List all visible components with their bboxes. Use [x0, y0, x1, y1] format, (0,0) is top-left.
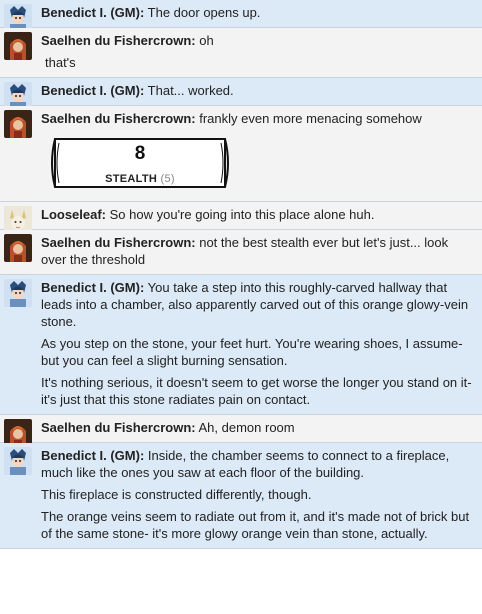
chat-message: Saelhen du Fishercrown: not the best ste… — [0, 230, 482, 275]
message-body: That... worked. — [147, 83, 234, 98]
speaker-name: Looseleaf: — [41, 207, 107, 222]
roll-skill: STEALTH — [105, 173, 158, 185]
chat-message: Benedict I. (GM): You take a step into t… — [0, 275, 482, 415]
speaker-name: Saelhen du Fishercrown: — [41, 111, 196, 126]
speaker-name: Saelhen du Fishercrown: — [41, 235, 196, 250]
chat-message: Benedict I. (GM): The door opens up. — [0, 0, 482, 32]
speaker-name: Benedict I. (GM): — [41, 448, 145, 463]
message-body: oh — [199, 33, 214, 48]
gm-avatar-icon[interactable] — [4, 447, 32, 475]
message-text: Saelhen du Fishercrown: not the best ste… — [41, 234, 476, 268]
speaker-name: Benedict I. (GM): — [41, 280, 145, 295]
chat-message: Benedict I. (GM): That... worked. — [0, 78, 482, 110]
saelhen-avatar-icon[interactable] — [4, 32, 32, 60]
chat-message: Benedict I. (GM): Inside, the chamber se… — [0, 443, 482, 549]
chat-message: Looseleaf: So how you're going into this… — [0, 202, 482, 234]
message-text: Saelhen du Fishercrown: Ah, demon room — [41, 419, 476, 436]
roll-value: 8 — [134, 143, 146, 164]
gm-avatar-icon[interactable] — [4, 279, 32, 307]
message-text: Benedict I. (GM): Inside, the chamber se… — [41, 447, 476, 481]
message-continuation: that's — [45, 55, 76, 70]
saelhen-avatar-icon[interactable] — [4, 234, 32, 262]
message-text: Benedict I. (GM): You take a step into t… — [41, 279, 476, 330]
chat-log: Benedict I. (GM): The door opens up. Sael… — [0, 0, 482, 549]
message-text: It's nothing serious, it doesn't seem to… — [41, 374, 476, 408]
saelhen-avatar-icon[interactable] — [4, 110, 32, 138]
message-text: Benedict I. (GM): The door opens up. — [41, 4, 476, 21]
speaker-name: Benedict I. (GM): — [41, 5, 145, 20]
message-text: The orange veins seem to radiate out fro… — [41, 508, 476, 542]
message-text: Looseleaf: So how you're going into this… — [41, 206, 476, 223]
message-text: As you step on the stone, your feet hurt… — [41, 335, 476, 369]
message-body: As you step on the stone, your feet hurt… — [41, 336, 463, 368]
chat-message: Saelhen du Fishercrown: oh that's — [0, 28, 482, 78]
message-body: It's nothing serious, it doesn't seem to… — [41, 375, 472, 407]
message-text: Benedict I. (GM): That... worked. — [41, 82, 476, 99]
message-body: So how you're going into this place alon… — [109, 207, 375, 222]
roll-label: STEALTH (5) — [49, 171, 231, 188]
speaker-name: Saelhen du Fishercrown: — [41, 33, 196, 48]
message-body: This fireplace is constructed differentl… — [41, 487, 312, 502]
speaker-name: Saelhen du Fishercrown: — [41, 420, 196, 435]
message-body: The door opens up. — [147, 5, 261, 20]
message-body: Ah, demon room — [198, 420, 295, 435]
chat-message: Saelhen du Fishercrown: Ah, demon room — [0, 415, 482, 447]
message-body: The orange veins seem to radiate out fro… — [41, 509, 470, 541]
message-text: This fireplace is constructed differentl… — [41, 486, 476, 503]
message-body: frankly even more menacing somehow — [199, 111, 422, 126]
message-text: Saelhen du Fishercrown: oh — [41, 32, 476, 49]
chat-message: Saelhen du Fishercrown: frankly even mor… — [0, 106, 482, 202]
roll-result-box: 8 STEALTH (5) — [49, 135, 231, 191]
message-text: Saelhen du Fishercrown: frankly even mor… — [41, 110, 476, 127]
roll-modifier: (5) — [160, 173, 175, 185]
speaker-name: Benedict I. (GM): — [41, 83, 145, 98]
